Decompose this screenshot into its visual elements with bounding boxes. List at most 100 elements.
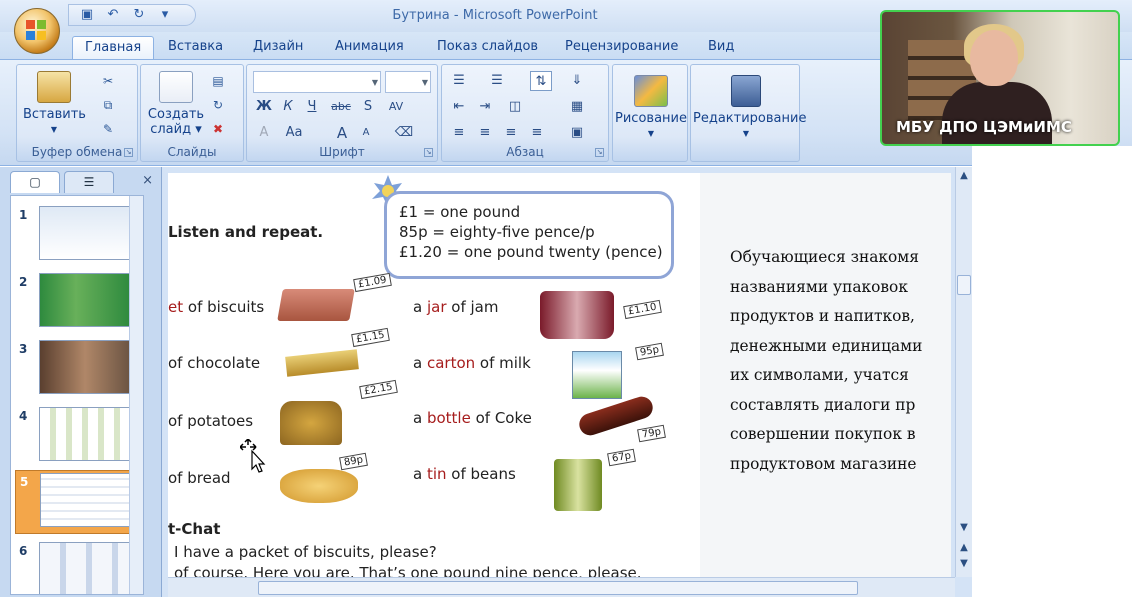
- spacing-button[interactable]: AV: [381, 97, 411, 117]
- shrink-font-button[interactable]: A: [355, 123, 377, 143]
- group-label-clipboard: Буфер обмена: [31, 145, 123, 159]
- change-case-button[interactable]: Aa: [277, 123, 311, 143]
- tab-animation[interactable]: Анимация: [335, 38, 404, 60]
- price-tag: 79p: [637, 424, 667, 443]
- item-biscuits: et of biscuits: [168, 298, 265, 316]
- dialog-launcher-icon[interactable]: ↘: [124, 148, 133, 157]
- previous-slide-icon[interactable]: ▲: [957, 541, 971, 555]
- grow-font-button[interactable]: A: [331, 123, 353, 143]
- align-center-icon[interactable]: ≡: [474, 123, 496, 143]
- item-jam: a jar of jam: [413, 298, 499, 316]
- blank-area: [972, 146, 1132, 597]
- italic-button[interactable]: К: [277, 97, 299, 117]
- item-beans: a tin of beans: [413, 465, 516, 483]
- next-slide-icon[interactable]: ▼: [957, 557, 971, 571]
- shapes-icon: [634, 75, 668, 107]
- slide-description-text: Обучающиеся знакомя названиями упаковок …: [730, 243, 951, 479]
- drawing-button[interactable]: Рисование ▼: [615, 75, 687, 141]
- price-tag: 89p: [339, 452, 369, 471]
- price-tag: £2.15: [359, 379, 398, 400]
- description-line: совершении покупок в: [730, 425, 916, 443]
- text-direction-icon[interactable]: ⇓: [566, 71, 588, 91]
- clear-format-icon[interactable]: ⌫: [393, 123, 415, 143]
- group-label-paragraph: Абзац: [506, 145, 544, 159]
- tab-outline[interactable]: ☰: [64, 171, 114, 193]
- item-milk: a carton of milk: [413, 354, 531, 372]
- bullets-icon[interactable]: ☰: [448, 71, 470, 91]
- drawing-label: Рисование: [615, 111, 687, 126]
- video-call-tile[interactable]: МБУ ДПО ЦЭМиИМС: [880, 10, 1120, 146]
- new-slide-icon: [159, 71, 193, 103]
- font-name-input[interactable]: ▼: [253, 71, 381, 93]
- scroll-down-icon[interactable]: ▼: [957, 521, 971, 535]
- align-right-icon[interactable]: ≡: [500, 123, 522, 143]
- tab-slideshow[interactable]: Показ слайдов: [437, 38, 538, 60]
- description-line: их символами, учатся: [730, 366, 909, 384]
- dialog-launcher-icon[interactable]: ↘: [424, 148, 433, 157]
- smartart-icon[interactable]: ▣: [566, 123, 588, 143]
- shadow-button[interactable]: S: [357, 97, 379, 117]
- tab-review[interactable]: Рецензирование: [565, 38, 678, 60]
- group-font: ▼ ▼ Ж К Ч abc S AV A Aa A A ⌫ Шрифт ↘: [246, 64, 438, 162]
- layout-icon[interactable]: ▤: [209, 73, 227, 89]
- bold-button[interactable]: Ж: [253, 97, 275, 117]
- dialog-launcher-icon[interactable]: ↘: [595, 148, 604, 157]
- person-face: [970, 30, 1018, 86]
- columns-icon[interactable]: ◫: [504, 97, 526, 117]
- item-potatoes: of potatoes: [168, 412, 254, 430]
- new-slide-button[interactable]: Создать слайд ▾: [145, 71, 207, 137]
- horizontal-scrollbar[interactable]: [168, 577, 955, 597]
- font-size-input[interactable]: ▼: [385, 71, 431, 93]
- current-slide[interactable]: £1 = one pound 85p = eighty-five pence/p…: [168, 173, 951, 578]
- editing-button[interactable]: Редактирование ▼: [693, 75, 807, 141]
- slide-number: 3: [19, 342, 28, 356]
- font-color-button[interactable]: A: [253, 123, 275, 143]
- window-title: Бутрина - Microsoft PowerPoint: [392, 8, 598, 23]
- textbook-image: £1 = one pound 85p = eighty-five pence/p…: [168, 173, 700, 578]
- price-tag: 95p: [635, 342, 665, 361]
- slide-thumbnail-2[interactable]: 2: [15, 271, 137, 333]
- editing-label: Редактирование: [693, 111, 807, 126]
- slide-thumbnail-3[interactable]: 3: [15, 338, 137, 400]
- slide-preview: [39, 407, 131, 461]
- increase-indent-icon[interactable]: ⇥: [474, 97, 496, 117]
- numbering-icon[interactable]: ☰: [486, 71, 508, 91]
- slide-thumbnail-5[interactable]: 5: [15, 470, 137, 534]
- description-line: денежными единицами: [730, 336, 923, 355]
- close-icon[interactable]: ×: [142, 173, 153, 188]
- cut-icon[interactable]: ✂: [99, 73, 117, 89]
- delete-slide-icon[interactable]: ✖: [209, 121, 227, 137]
- paste-button[interactable]: Вставить ▼: [23, 71, 86, 137]
- align-left-icon[interactable]: ≡: [448, 123, 470, 143]
- tab-slides-thumbnails[interactable]: ▢: [10, 171, 60, 193]
- decrease-indent-icon[interactable]: ⇤: [448, 97, 470, 117]
- price-tag: £1.10: [623, 299, 662, 320]
- scroll-thumb[interactable]: [957, 275, 971, 295]
- format-painter-icon[interactable]: ✎: [99, 121, 117, 137]
- chevron-down-icon: ▼: [50, 125, 58, 134]
- slide-number: 1: [19, 208, 28, 222]
- slide-thumbnail-6[interactable]: 6: [15, 540, 137, 594]
- underline-button[interactable]: Ч: [301, 97, 323, 117]
- office-button[interactable]: [14, 8, 60, 54]
- tab-view[interactable]: Вид: [708, 38, 734, 60]
- tab-design[interactable]: Дизайн: [253, 38, 303, 60]
- strikethrough-button[interactable]: abc: [327, 97, 355, 117]
- slide-thumbnail-1[interactable]: 1: [15, 204, 137, 266]
- slide-thumbnails: 1 2 3 4 5 6: [10, 195, 144, 595]
- justify-icon[interactable]: ≡: [526, 123, 548, 143]
- description-line: составлять диалоги пр: [730, 395, 916, 414]
- slide-number: 2: [19, 275, 28, 289]
- copy-icon[interactable]: ⧉: [99, 97, 117, 113]
- office-logo-icon: [26, 20, 48, 42]
- line-spacing-icon[interactable]: ⇅: [530, 71, 552, 91]
- scroll-thumb[interactable]: [258, 581, 858, 595]
- slides-panel: ▢ ☰ × 1 2 3 4 5 6: [0, 167, 162, 597]
- thumbnails-scrollbar[interactable]: [129, 196, 143, 594]
- tab-insert[interactable]: Вставка: [168, 38, 223, 60]
- reset-icon[interactable]: ↻: [209, 97, 227, 113]
- slide-thumbnail-4[interactable]: 4: [15, 405, 137, 467]
- align-text-icon[interactable]: ▦: [566, 97, 588, 117]
- vertical-scrollbar[interactable]: ▲ ▼ ▲ ▼: [955, 167, 972, 577]
- scroll-up-icon[interactable]: ▲: [957, 169, 971, 183]
